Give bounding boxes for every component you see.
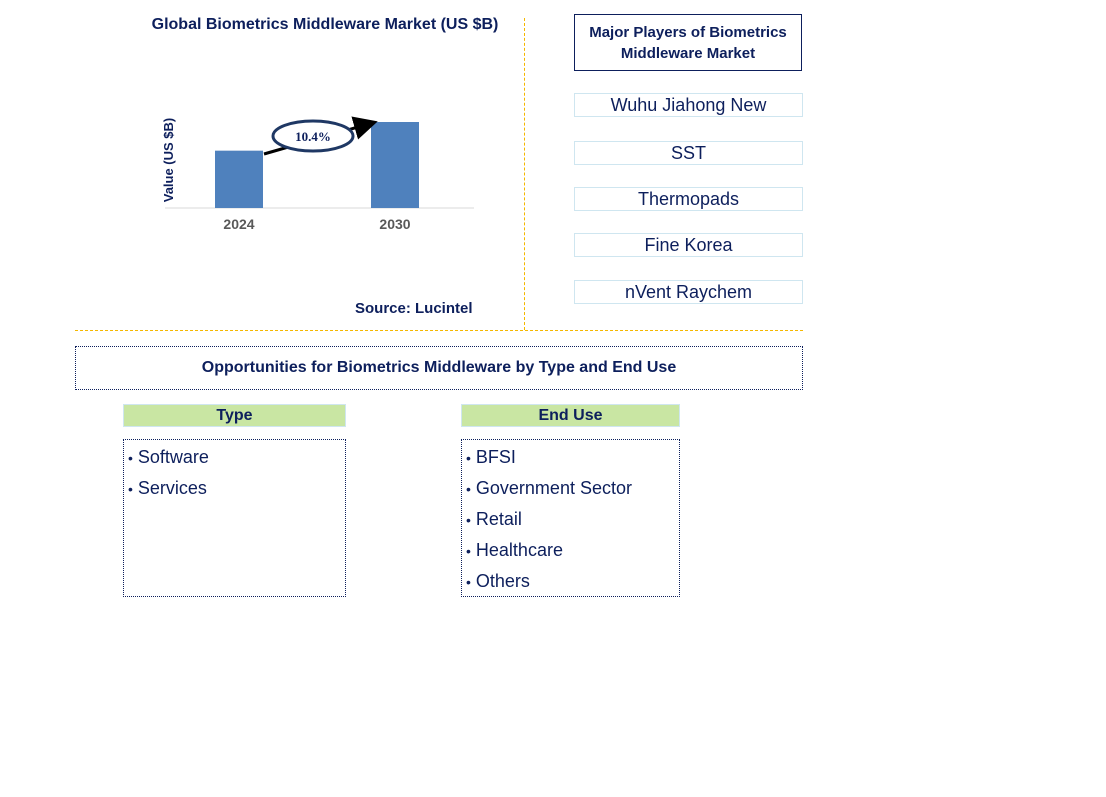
- bar-2030: [371, 122, 419, 208]
- bar-2024: [215, 150, 263, 208]
- bar-chart: Value (US $B) 2024 2030 10.4%: [161, 116, 474, 232]
- source-label: Source: Lucintel: [355, 300, 473, 317]
- player-item: Wuhu Jiahong New: [574, 93, 803, 117]
- players-title: Major Players of Biometrics Middleware M…: [574, 14, 802, 71]
- type-item: Services: [128, 473, 345, 504]
- vertical-divider: [524, 18, 525, 330]
- player-item: SST: [574, 141, 803, 165]
- end-use-item: Government Sector: [466, 473, 679, 504]
- player-item: Thermopads: [574, 187, 803, 211]
- player-item: Fine Korea: [574, 233, 803, 257]
- x-tick-label: 2024: [223, 216, 254, 232]
- x-tick-label: 2030: [379, 216, 410, 232]
- type-item: Software: [128, 442, 345, 473]
- horizontal-divider: [75, 330, 803, 331]
- type-list: Software Services: [123, 439, 346, 597]
- end-use-item: Others: [466, 566, 679, 597]
- opportunities-title: Opportunities for Biometrics Middleware …: [75, 346, 803, 390]
- end-use-item: BFSI: [466, 442, 679, 473]
- chart-title: Global Biometrics Middleware Market (US …: [151, 16, 499, 33]
- end-use-header: End Use: [461, 404, 680, 427]
- y-axis-label: Value (US $B): [161, 118, 176, 203]
- end-use-item: Healthcare: [466, 535, 679, 566]
- cagr-label: 10.4%: [295, 129, 331, 144]
- type-header: Type: [123, 404, 346, 427]
- end-use-list: BFSI Government Sector Retail Healthcare…: [461, 439, 680, 597]
- player-item: nVent Raychem: [574, 280, 803, 304]
- end-use-item: Retail: [466, 504, 679, 535]
